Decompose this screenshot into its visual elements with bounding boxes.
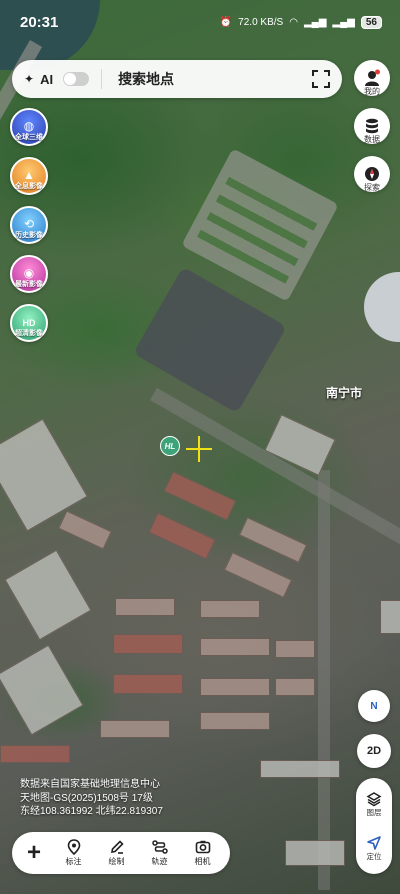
signal-icon: ▂▄▆: [303, 16, 327, 28]
network-speed: 72.0 KB/S: [238, 16, 284, 28]
poi-marker[interactable]: HL: [160, 436, 180, 456]
map-approval-text: 天地图-GS(2025)1508号 17级: [20, 792, 153, 804]
city-label[interactable]: 南宁市: [326, 384, 362, 401]
ai-toggle[interactable]: [63, 72, 90, 86]
data-source-text: 数据来自国家基础地理信息中心: [20, 779, 160, 790]
building: [200, 678, 270, 696]
mine-button[interactable]: 我的: [354, 60, 390, 97]
draw-button[interactable]: 绘制: [95, 839, 138, 867]
compass-explore-icon: [365, 167, 379, 181]
camera-label: 相机: [194, 857, 211, 866]
locate-button[interactable]: 定位: [366, 835, 382, 862]
wifi-icon: ◠: [289, 16, 298, 28]
globe-icon: ◍: [23, 119, 35, 133]
building: [260, 760, 340, 778]
building: [4, 549, 92, 641]
coordinates-text: 东经108.361992 北纬22.819307: [20, 806, 163, 817]
draw-label: 绘制: [108, 857, 125, 866]
building: [200, 600, 260, 618]
status-icons: ⏰ 72.0 KB/S ◠ ▂▄▆ ▂▄▆ 56: [219, 15, 382, 29]
locate-label: 定位: [366, 851, 382, 861]
compass-north-label: N: [370, 700, 378, 712]
camera-button[interactable]: 相机: [181, 839, 224, 867]
building: [380, 600, 400, 634]
building: [100, 720, 170, 738]
hd-icon: HD: [22, 318, 36, 328]
sparkle-icon: ✦: [24, 72, 35, 86]
track-button[interactable]: 轨迹: [138, 839, 181, 867]
layers-icon: [366, 791, 382, 806]
view-mode-button[interactable]: 2D: [357, 734, 391, 768]
building: [148, 512, 216, 560]
latest-icon: ◉: [23, 266, 35, 280]
layer-hd-imagery[interactable]: HD 超清影像: [10, 304, 48, 342]
building: [200, 712, 270, 730]
explore-button[interactable]: 探索: [354, 156, 390, 193]
status-bar: 20:31 ⏰ 72.0 KB/S ◠ ▂▄▆ ▂▄▆ 56: [0, 0, 400, 44]
stadium-roof: [364, 272, 400, 342]
layer-history-imagery[interactable]: ⟲ 历史影像: [10, 206, 48, 244]
status-time: 20:31: [20, 13, 59, 31]
holo-icon: ▲: [23, 168, 35, 182]
annotate-button[interactable]: 标注: [52, 839, 95, 867]
pin-icon: [67, 839, 80, 855]
building: [223, 551, 293, 599]
history-icon: ⟲: [23, 217, 35, 231]
layer-hd-imagery-label: 超清影像: [15, 330, 43, 337]
battery-indicator: 56: [360, 15, 382, 29]
layer-global-3d-label: 全球三维: [15, 134, 43, 141]
building: [113, 674, 183, 694]
alarm-icon: ⏰: [219, 16, 233, 28]
divider: [101, 69, 103, 89]
view-mode-label: 2D: [366, 745, 382, 757]
layer-holo-imagery-label: 全息影像: [15, 183, 43, 190]
search-input[interactable]: 搜索地点: [118, 69, 312, 89]
pencil-icon: [110, 840, 124, 854]
locate-arrow-icon: [367, 835, 381, 850]
crosshair-icon: [186, 436, 212, 462]
signal-5g-icon: ▂▄▆: [332, 16, 355, 28]
building: [113, 634, 183, 654]
road: [318, 470, 330, 890]
search-bar: ✦ AI 搜索地点: [12, 60, 342, 98]
bottom-toolbar: + 标注 绘制 轨迹 相机: [12, 832, 230, 874]
layer-latest-imagery[interactable]: ◉ 最新影像: [10, 255, 48, 293]
data-label: 数据: [364, 135, 380, 144]
layer-global-3d[interactable]: ◍ 全球三维: [10, 108, 48, 146]
scan-icon[interactable]: [312, 70, 330, 88]
building: [0, 745, 70, 763]
building: [275, 640, 315, 658]
map-info: 数据来自国家基础地理信息中心 天地图-GS(2025)1508号 17级 东经1…: [20, 778, 163, 819]
building: [275, 678, 315, 696]
explore-label: 探索: [364, 183, 380, 192]
layer-holo-imagery[interactable]: ▲ 全息影像: [10, 157, 48, 195]
building: [163, 471, 237, 521]
camera-icon: [195, 840, 210, 854]
building: [58, 510, 112, 550]
track-label: 轨迹: [151, 857, 168, 866]
layer-history-imagery-label: 历史影像: [15, 232, 43, 239]
building: [285, 840, 345, 866]
data-button[interactable]: 数据: [354, 108, 390, 145]
add-button[interactable]: +: [16, 835, 52, 871]
layers-label: 图层: [366, 807, 382, 817]
layers-button[interactable]: 图层: [366, 791, 382, 818]
map-controls-stack: 图层 定位: [356, 778, 392, 874]
layer-latest-imagery-label: 最新影像: [15, 281, 43, 288]
user-icon: [365, 69, 380, 86]
ai-toggle-group[interactable]: ✦ AI: [24, 71, 90, 87]
building: [0, 644, 84, 736]
building: [200, 638, 270, 656]
compass-button[interactable]: N: [358, 690, 390, 722]
ai-label: AI: [40, 71, 54, 87]
mine-label: 我的: [364, 87, 380, 96]
track-icon: [151, 840, 168, 854]
building: [115, 598, 175, 616]
database-icon: [366, 118, 378, 134]
building: [238, 516, 308, 564]
annotate-label: 标注: [65, 857, 82, 866]
